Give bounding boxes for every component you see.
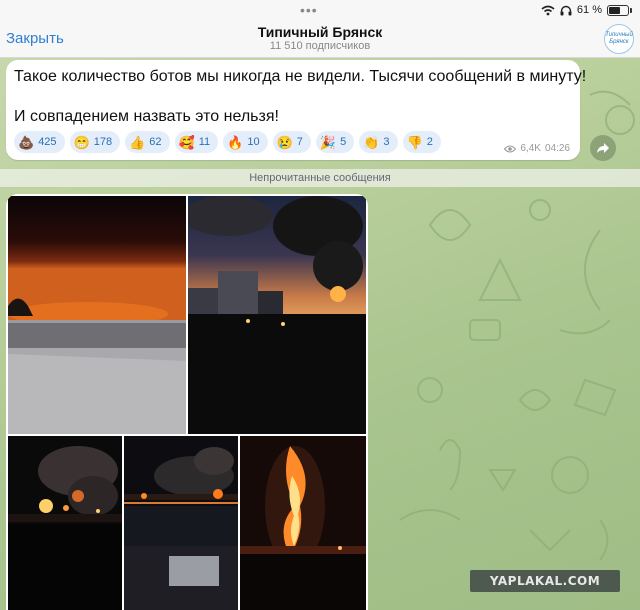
eye-icon <box>504 145 517 152</box>
reaction-chip[interactable]: 😁 178 <box>69 131 121 153</box>
message-text-line-1: Такое количество ботов мы никогда не вид… <box>14 68 587 85</box>
reaction-emoji: 🎉 <box>319 134 337 150</box>
reaction-emoji: 👏 <box>363 134 380 150</box>
reaction-chip[interactable]: 🥰 11 <box>174 131 219 153</box>
reaction-count: 62 <box>149 136 162 148</box>
share-arrow-icon <box>597 143 609 153</box>
photo-album-message[interactable] <box>6 194 368 610</box>
reaction-chip[interactable]: 🎉 5 <box>315 131 355 153</box>
reaction-chip[interactable]: 😢 7 <box>272 131 311 153</box>
reaction-count: 11 <box>198 136 211 148</box>
reaction-chip[interactable]: 💩 425 <box>14 131 65 153</box>
reactions-row: 💩 425 😁 178 👍 62 🥰 11 🔥 10 😢 7 🎉 5 👏 3 👎 2 <box>14 131 441 153</box>
reaction-chip[interactable]: 🔥 10 <box>223 131 268 153</box>
view-count: 6,4K <box>520 143 541 154</box>
message-meta: 6,4K 04:26 <box>504 143 570 154</box>
message-bubble[interactable]: Такое количество ботов мы никогда не вид… <box>6 60 586 160</box>
reaction-count: 425 <box>38 136 57 148</box>
multitasking-dots[interactable]: ••• <box>300 2 318 18</box>
reaction-count: 3 <box>383 136 390 148</box>
reaction-count: 5 <box>340 136 347 148</box>
message-text-line-2: И совпадением назвать это нельзя! <box>14 108 279 125</box>
photo-3[interactable] <box>8 436 122 610</box>
photo-2[interactable] <box>188 196 366 434</box>
reaction-count: 2 <box>426 136 433 148</box>
reaction-emoji: 🔥 <box>227 134 244 150</box>
avatar-logo-text: Типичный Брянск <box>605 32 633 45</box>
message-time: 04:26 <box>544 143 570 154</box>
reaction-chip[interactable]: 👏 3 <box>359 131 398 153</box>
reaction-count: 178 <box>93 136 113 148</box>
unread-messages-divider: Непрочитанные сообщения <box>0 169 640 187</box>
reaction-chip[interactable]: 👍 62 <box>125 131 170 153</box>
photo-4[interactable] <box>124 436 238 610</box>
reaction-emoji: 😁 <box>73 134 90 150</box>
status-indicators: 61 % <box>541 4 632 16</box>
reaction-chip[interactable]: 👎 2 <box>402 131 441 153</box>
reaction-emoji: 👍 <box>129 134 146 150</box>
reaction-count: 10 <box>247 136 260 148</box>
subscriber-count: 11 510 подписчиков <box>269 40 371 52</box>
share-button[interactable] <box>590 135 616 161</box>
status-bar: ••• 61 % <box>0 0 640 22</box>
reaction-emoji: 💩 <box>18 134 35 150</box>
channel-header: Закрыть Типичный Брянск 11 510 подписчик… <box>0 22 640 58</box>
reaction-emoji: 👎 <box>406 134 423 150</box>
reaction-count: 7 <box>296 136 303 148</box>
photo-1[interactable] <box>8 196 186 434</box>
battery-tip <box>630 7 632 13</box>
battery-icon <box>607 4 629 16</box>
channel-title[interactable]: Типичный Брянск <box>0 24 640 40</box>
wifi-icon <box>541 5 555 15</box>
battery-percent: 61 % <box>576 4 602 16</box>
watermark: YAPLAKAL.COM <box>470 570 620 592</box>
photo-5[interactable] <box>240 436 366 610</box>
channel-avatar[interactable]: Типичный Брянск <box>604 24 634 54</box>
headphones-icon <box>560 5 572 15</box>
reaction-emoji: 🥰 <box>178 134 195 150</box>
reaction-emoji: 😢 <box>276 134 293 150</box>
